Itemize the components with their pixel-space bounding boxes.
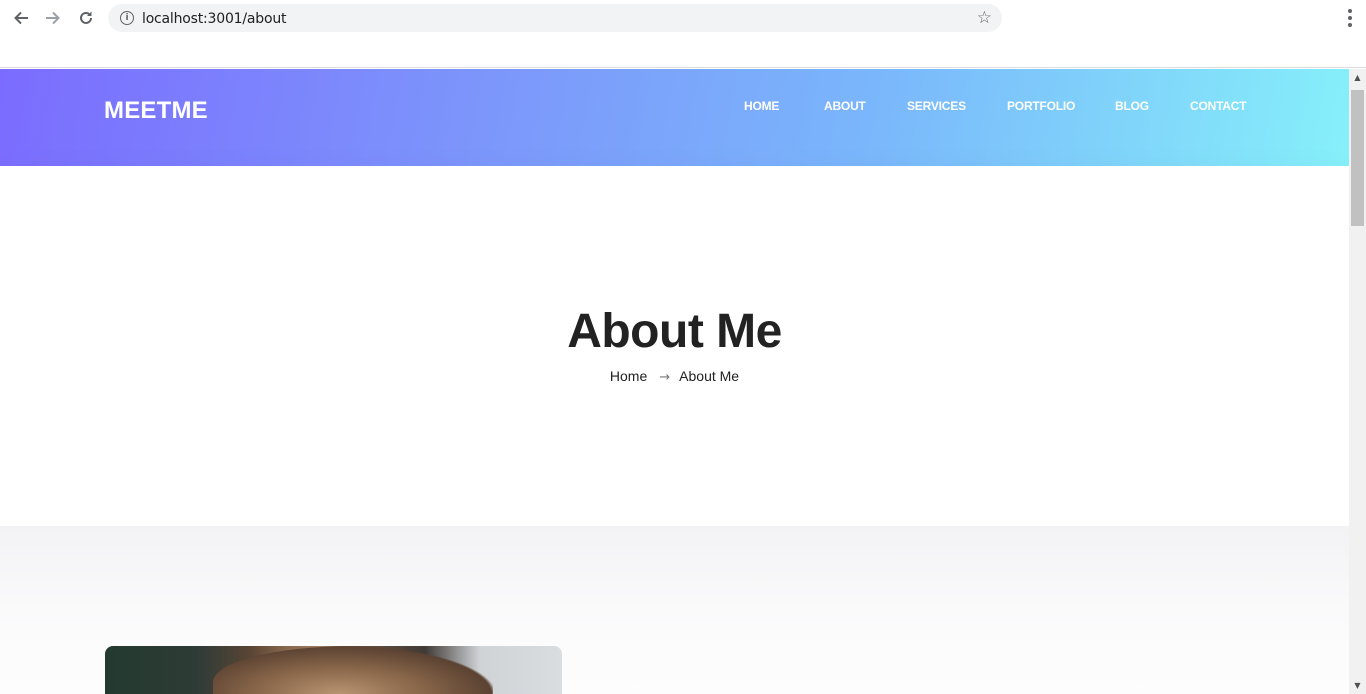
breadcrumb: Home → About Me <box>0 368 1349 385</box>
scroll-down-icon[interactable]: ▼ <box>1349 677 1366 694</box>
arrow-left-icon <box>14 11 28 25</box>
more-vert-icon[interactable] <box>1348 9 1352 27</box>
page-viewport: MEETME HOME ABOUT SERVICES PORTFOLIO BLO… <box>0 69 1349 694</box>
nav-blog[interactable]: BLOG <box>1115 99 1149 113</box>
back-button[interactable] <box>9 6 33 30</box>
nav-services[interactable]: SERVICES <box>907 99 966 113</box>
page-title: About Me <box>567 305 782 358</box>
nav-home[interactable]: HOME <box>744 99 779 113</box>
breadcrumb-home-link[interactable]: Home <box>610 368 647 384</box>
scroll-up-icon[interactable]: ▲ <box>1349 69 1366 86</box>
site-header: MEETME HOME ABOUT SERVICES PORTFOLIO BLO… <box>0 69 1349 166</box>
nav-portfolio[interactable]: PORTFOLIO <box>1007 99 1075 113</box>
browser-toolbar: i localhost:3001/about ☆ <box>0 0 1366 68</box>
profile-photo <box>105 646 562 694</box>
reload-icon <box>80 11 92 24</box>
nav-contact[interactable]: CONTACT <box>1190 99 1247 113</box>
reload-button[interactable] <box>74 6 98 30</box>
address-bar[interactable]: i localhost:3001/about ☆ <box>108 4 1002 32</box>
info-icon[interactable]: i <box>120 11 134 25</box>
breadcrumb-current: About Me <box>679 368 740 384</box>
url-text[interactable]: localhost:3001/about <box>142 11 287 27</box>
about-section <box>0 526 1349 694</box>
star-icon[interactable]: ☆ <box>977 8 992 28</box>
arrow-right-icon: → <box>659 370 671 385</box>
forward-button[interactable] <box>41 6 65 30</box>
arrow-right-icon <box>46 11 60 25</box>
nav-about[interactable]: ABOUT <box>824 99 866 113</box>
page-scrollbar[interactable]: ▲ ▼ <box>1349 69 1366 694</box>
page-hero: About Me Home → About Me <box>0 166 1349 526</box>
main-nav: HOME ABOUT SERVICES PORTFOLIO BLOG CONTA… <box>0 99 1349 115</box>
scrollbar-thumb[interactable] <box>1351 90 1364 226</box>
photo-subject <box>213 646 493 694</box>
